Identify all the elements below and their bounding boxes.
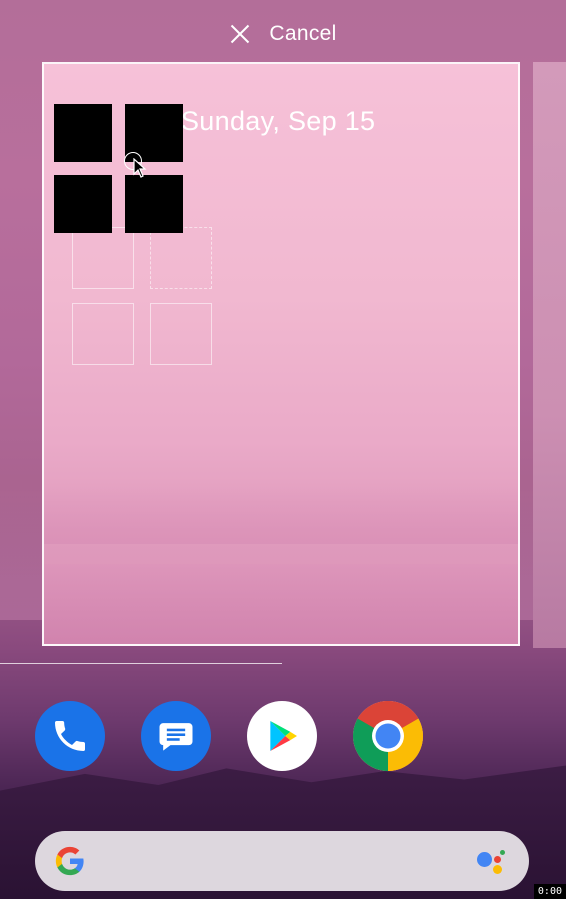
video-timecode: 0:00 [533, 884, 566, 899]
drop-target-cell [72, 227, 134, 289]
dragged-widget-block[interactable] [125, 175, 183, 233]
drop-target-cell [150, 227, 212, 289]
play-store-app-button[interactable] [247, 701, 317, 771]
preview-wave [44, 484, 518, 544]
google-g-icon[interactable] [53, 844, 87, 878]
chrome-app-button[interactable] [353, 701, 423, 771]
close-icon[interactable] [229, 23, 251, 45]
cancel-button[interactable]: Cancel [269, 22, 336, 46]
dragged-widget-block[interactable] [54, 104, 112, 162]
play-store-icon [270, 721, 297, 751]
next-page-preview[interactable] [533, 62, 566, 648]
messages-icon [159, 723, 193, 751]
page-indicator-line [0, 663, 282, 664]
preview-wave [44, 564, 518, 644]
drop-target-cell [150, 303, 212, 365]
assistant-dots-icon[interactable] [475, 847, 507, 877]
cursor-arrow-icon [133, 158, 147, 178]
messages-app-button[interactable] [141, 701, 211, 771]
phone-app-button[interactable] [35, 701, 105, 771]
dragged-widget-block[interactable] [54, 175, 112, 233]
chrome-icon [353, 701, 423, 771]
drop-target-cell [72, 303, 134, 365]
cancel-bar[interactable]: Cancel [0, 14, 566, 54]
phone-icon [55, 721, 85, 751]
google-search-bar[interactable] [35, 831, 529, 891]
date-widget[interactable]: Sunday, Sep 15 [181, 106, 375, 137]
dock [0, 701, 566, 773]
